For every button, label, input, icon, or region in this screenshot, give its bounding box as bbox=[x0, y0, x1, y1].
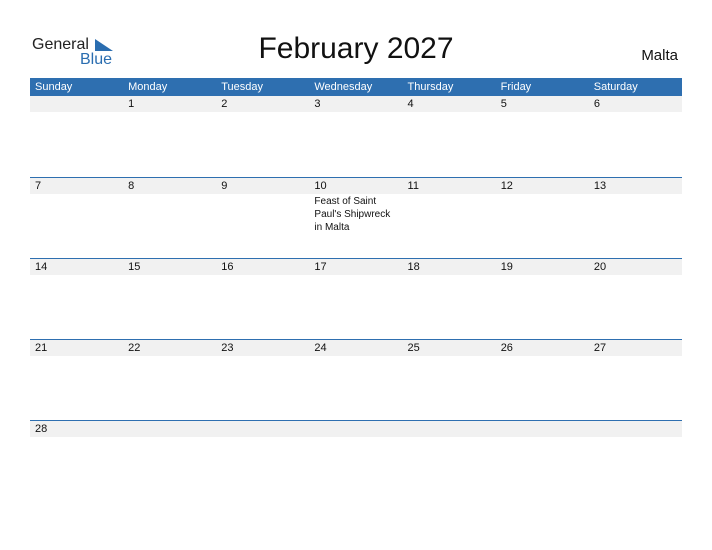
day-number: 24 bbox=[314, 342, 327, 354]
day-cell[interactable]: 9 bbox=[216, 177, 309, 258]
day-number: 11 bbox=[407, 180, 419, 192]
day-cell[interactable]: 27 bbox=[589, 339, 682, 420]
day-number: 8 bbox=[128, 180, 135, 192]
day-number: 5 bbox=[500, 98, 507, 110]
day-cell[interactable]: 10 Feast of Saint Paul's Shipwreck in Mal… bbox=[309, 177, 402, 258]
day-cell[interactable]: 23 bbox=[216, 339, 309, 420]
day-cell[interactable]: 28 bbox=[30, 420, 123, 501]
day-number: 16 bbox=[221, 261, 234, 273]
day-number: 1 bbox=[128, 98, 135, 110]
day-number: 22 bbox=[128, 342, 141, 354]
day-number: 20 bbox=[593, 261, 607, 273]
weekday-monday: Monday bbox=[128, 81, 168, 93]
day-number: 17 bbox=[314, 261, 327, 273]
day-cell[interactable]: 7 bbox=[30, 177, 123, 258]
day-number: 19 bbox=[500, 261, 513, 273]
holiday-event: Feast of Saint Paul's Shipwreck in Malta bbox=[314, 196, 391, 233]
day-cell[interactable]: 21 bbox=[30, 339, 123, 420]
day-cell[interactable]: 20 bbox=[589, 258, 682, 339]
page-title: February 2027 bbox=[258, 32, 454, 65]
day-cell[interactable]: 25 bbox=[403, 339, 496, 420]
day-cell[interactable]: 26 bbox=[496, 339, 589, 420]
day-cell[interactable]: 6 bbox=[589, 95, 682, 176]
weekday-saturday: Saturday bbox=[593, 81, 638, 93]
day-number: 10 bbox=[314, 180, 327, 192]
day-cell[interactable]: 18 bbox=[403, 258, 496, 339]
day-number: 23 bbox=[221, 342, 234, 354]
day-cell bbox=[496, 420, 589, 501]
weekday-friday: Friday bbox=[500, 81, 532, 93]
day-number: 13 bbox=[593, 180, 607, 192]
day-number: 28 bbox=[35, 423, 48, 435]
day-number: 21 bbox=[35, 342, 48, 354]
weekday-tuesday: Tuesday bbox=[221, 81, 264, 93]
week-row: 7 8 9 10 Feast of Saint Paul's Shipwreck in … bbox=[30, 177, 682, 258]
weekday-sunday: Sunday bbox=[35, 81, 73, 93]
day-number: 15 bbox=[128, 261, 141, 273]
day-cell[interactable]: 19 bbox=[496, 258, 589, 339]
day-cell bbox=[589, 420, 682, 501]
week-row: 28 bbox=[30, 420, 682, 501]
day-cell[interactable]: 13 bbox=[589, 177, 682, 258]
weekday-thursday: Thursday bbox=[407, 81, 454, 93]
week-row: 21 22 23 24 25 26 27 bbox=[30, 339, 682, 420]
day-number: 14 bbox=[35, 261, 48, 273]
day-cell bbox=[403, 420, 496, 501]
day-cell[interactable]: 5 bbox=[496, 95, 589, 176]
country-label: Malta bbox=[641, 47, 678, 64]
day-cell[interactable]: 17 bbox=[309, 258, 402, 339]
day-cell[interactable]: 8 bbox=[123, 177, 216, 258]
day-cell[interactable]: 1 bbox=[123, 95, 216, 176]
day-cell[interactable]: 22 bbox=[123, 339, 216, 420]
day-number: 18 bbox=[407, 261, 420, 273]
day-cell bbox=[30, 95, 123, 176]
day-cell[interactable]: 11 bbox=[403, 177, 496, 258]
day-cell bbox=[309, 420, 402, 501]
day-cell bbox=[216, 420, 309, 501]
day-cell[interactable]: 2 bbox=[216, 95, 309, 176]
day-cell[interactable]: 14 bbox=[30, 258, 123, 339]
day-cell[interactable]: 24 bbox=[309, 339, 402, 420]
day-cell[interactable]: 3 bbox=[309, 95, 402, 176]
weekday-header: Sunday Monday Tuesday Wednesday Thursday… bbox=[30, 78, 682, 96]
day-cell[interactable]: 4 bbox=[403, 95, 496, 176]
day-number: 9 bbox=[221, 180, 228, 192]
day-number: 2 bbox=[221, 98, 228, 110]
week-row: 1 2 3 4 5 6 bbox=[30, 95, 682, 176]
day-number: 26 bbox=[500, 342, 513, 354]
day-number: 3 bbox=[314, 98, 321, 110]
day-cell[interactable]: 16 bbox=[216, 258, 309, 339]
weekday-wednesday: Wednesday bbox=[314, 81, 373, 93]
day-cell[interactable]: 12 bbox=[496, 177, 589, 258]
day-number: 27 bbox=[593, 342, 607, 354]
day-cell[interactable]: 15 bbox=[123, 258, 216, 339]
day-number: 25 bbox=[407, 342, 420, 354]
day-number: 6 bbox=[593, 98, 600, 110]
day-cell bbox=[123, 420, 216, 501]
day-number: 12 bbox=[500, 180, 513, 192]
week-row: 14 15 16 17 18 19 20 bbox=[30, 258, 682, 339]
day-number: 4 bbox=[407, 98, 414, 110]
day-number: 7 bbox=[35, 180, 42, 192]
